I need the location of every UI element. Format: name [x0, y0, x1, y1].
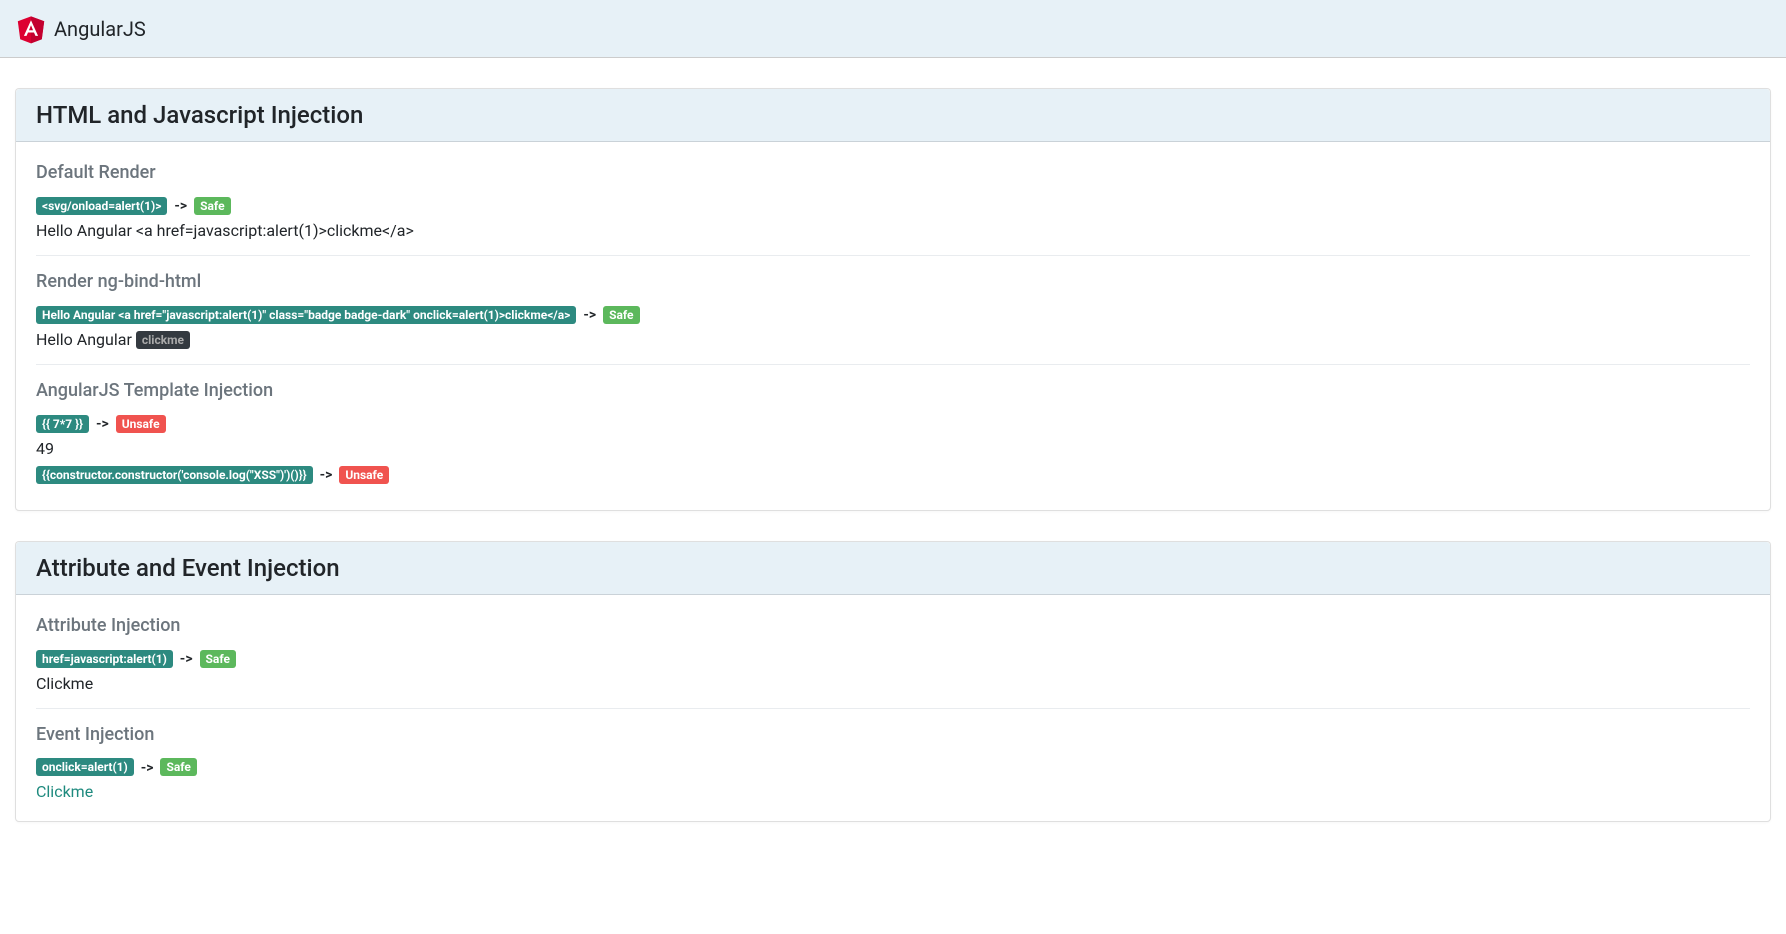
arrow-icon: -> — [138, 760, 157, 776]
payload-badge: <svg/onload=alert(1)> — [36, 197, 167, 215]
output-link[interactable]: Clickme — [36, 674, 1750, 693]
panel-body: Attribute Injection href=javascript:aler… — [16, 595, 1770, 822]
navbar: AngularJS — [0, 0, 1786, 58]
section-heading: AngularJS Template Injection — [36, 380, 1750, 401]
arrow-icon: -> — [317, 467, 336, 483]
section-attribute-injection: Attribute Injection href=javascript:aler… — [36, 600, 1750, 709]
panel-title: Attribute and Event Injection — [36, 554, 1750, 582]
arrow-icon: -> — [93, 416, 112, 432]
section-default-render: Default Render <svg/onload=alert(1)> -> … — [36, 147, 1750, 256]
section-heading: Default Render — [36, 162, 1750, 183]
status-badge-unsafe: Unsafe — [116, 415, 166, 433]
payload-row: href=javascript:alert(1) -> Safe — [36, 648, 1750, 668]
output-text: 49 — [36, 439, 1750, 458]
payload-row: {{ 7*7 }} -> Unsafe — [36, 413, 1750, 433]
panel-header: HTML and Javascript Injection — [16, 89, 1770, 142]
payload-badge: Hello Angular <a href="javascript:alert(… — [36, 306, 576, 324]
output-text: Hello Angular clickme — [36, 330, 1750, 350]
arrow-icon: -> — [177, 651, 196, 667]
main-container: HTML and Javascript Injection Default Re… — [0, 58, 1786, 882]
arrow-icon: -> — [580, 307, 599, 323]
payload-badge: onclick=alert(1) — [36, 758, 134, 776]
brand[interactable]: AngularJS — [16, 14, 146, 44]
status-badge-safe: Safe — [160, 758, 196, 776]
angular-logo-icon — [16, 14, 46, 44]
payload-row: Hello Angular <a href="javascript:alert(… — [36, 304, 1750, 324]
payload-row: onclick=alert(1) -> Safe — [36, 757, 1750, 777]
arrow-icon: -> — [171, 198, 190, 214]
payload-badge: {{constructor.constructor('console.log("… — [36, 466, 313, 484]
output-link[interactable]: Clickme — [36, 782, 1750, 801]
status-badge-safe: Safe — [194, 197, 230, 215]
brand-title: AngularJS — [54, 17, 146, 41]
payload-row: <svg/onload=alert(1)> -> Safe — [36, 195, 1750, 215]
section-heading: Render ng-bind-html — [36, 271, 1750, 292]
status-badge-safe: Safe — [603, 306, 639, 324]
panel-html-js-injection: HTML and Javascript Injection Default Re… — [15, 88, 1771, 511]
output-prefix: Hello Angular — [36, 330, 136, 349]
payload-badge: {{ 7*7 }} — [36, 415, 89, 433]
panel-header: Attribute and Event Injection — [16, 542, 1770, 595]
output-text: Hello Angular <a href=javascript:alert(1… — [36, 221, 1750, 240]
status-badge-safe: Safe — [200, 650, 236, 668]
panel-body: Default Render <svg/onload=alert(1)> -> … — [16, 142, 1770, 510]
clickme-badge[interactable]: clickme — [136, 331, 190, 349]
payload-row: {{constructor.constructor('console.log("… — [36, 464, 1750, 484]
status-badge-unsafe: Unsafe — [339, 466, 389, 484]
section-heading: Event Injection — [36, 724, 1750, 745]
panel-title: HTML and Javascript Injection — [36, 101, 1750, 129]
panel-attribute-event-injection: Attribute and Event Injection Attribute … — [15, 541, 1771, 823]
section-event-injection: Event Injection onclick=alert(1) -> Safe… — [36, 709, 1750, 802]
section-heading: Attribute Injection — [36, 615, 1750, 636]
section-template-injection: AngularJS Template Injection {{ 7*7 }} -… — [36, 365, 1750, 484]
payload-badge: href=javascript:alert(1) — [36, 650, 173, 668]
section-ng-bind-html: Render ng-bind-html Hello Angular <a hre… — [36, 256, 1750, 366]
